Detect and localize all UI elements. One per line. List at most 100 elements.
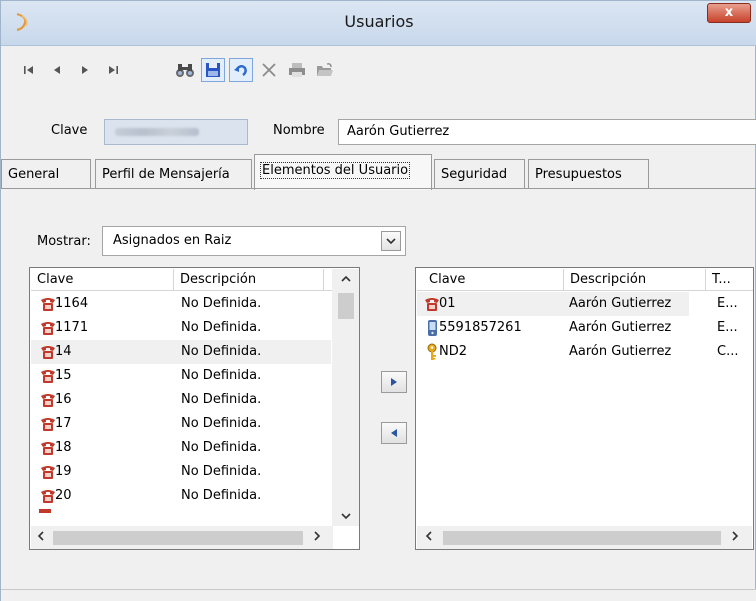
item-clave: ND2 [439,344,468,359]
item-descripcion: Aarón Gutierrez [569,344,672,359]
list-item[interactable]: 17 No Definida. [31,412,331,436]
list-item[interactable]: 18 No Definida. [31,436,331,460]
item-clave: 18 [55,440,72,455]
item-clave: 1171 [55,320,89,335]
scroll-left-icon[interactable] [421,530,437,544]
item-clave: 20 [55,488,72,503]
item-descripcion: No Definida. [181,296,262,311]
column-header-clave[interactable]: Clave [423,269,564,291]
scroll-down-icon[interactable] [332,509,359,523]
print-icon[interactable] [285,58,309,82]
tab-label: Seguridad [441,167,508,182]
list-item[interactable]: 19 No Definida. [31,460,331,484]
item-descripcion: No Definida. [181,368,262,383]
scroll-right-icon[interactable] [727,530,743,544]
item-clave: 14 [55,344,72,359]
open-folder-icon[interactable] [313,58,337,82]
tab-perfil-mensajeria[interactable]: Perfil de Mensajería [95,159,252,189]
horizontal-scrollbar[interactable] [31,526,333,549]
column-header-descripcion[interactable]: Descripción [174,269,324,291]
tab-strip: General Perfil de Mensajería Elementos d… [1,153,756,190]
scroll-thumb[interactable] [338,293,354,319]
assign-right-button[interactable] [381,371,407,393]
list-item[interactable]: 20 No Definida. [31,484,331,508]
undo-icon[interactable] [229,58,253,82]
first-record-icon[interactable] [17,58,41,82]
item-descripcion: No Definida. [181,440,262,455]
search-binoculars-icon[interactable] [173,58,197,82]
item-descripcion: No Definida. [181,464,262,479]
horizontal-scrollbar[interactable] [417,526,752,549]
status-bar [1,589,756,601]
unassign-left-button[interactable] [381,422,407,444]
item-clave: 01 [439,296,456,311]
tab-presupuestos[interactable]: Presupuestos [528,159,649,189]
tab-label: Elementos del Usuario [259,162,411,179]
scroll-right-icon[interactable] [309,530,325,544]
next-record-icon[interactable] [73,58,97,82]
clave-field [104,119,248,145]
list-header: Clave Descripción [31,269,333,291]
arrow-right-icon [391,378,397,386]
mostrar-select[interactable]: Asignados en Raiz [102,226,406,256]
list-item[interactable]: 16 No Definida. [31,388,331,412]
nombre-field[interactable]: Aarón Gutierrez [338,119,756,145]
list-item[interactable]: ND2 Aarón Gutierrez [417,340,689,364]
column-header-tipo[interactable]: T... [706,269,753,291]
item-descripcion: Aarón Gutierrez [569,320,672,335]
item-clave: 5591857261 [439,320,522,335]
list-item[interactable]: 01 Aarón Gutierrez [417,292,689,316]
nombre-label: Nombre [273,123,325,138]
item-tipo: C... [717,344,739,359]
scroll-thumb[interactable] [53,531,303,545]
item-clave: 17 [55,416,72,431]
column-header-clave[interactable]: Clave [31,269,174,291]
tab-label: General [8,167,60,182]
list-header: Clave Descripción T... [417,269,753,291]
toolbar [1,46,756,108]
item-descripcion: No Definida. [181,416,262,431]
mostrar-value: Asignados en Raiz [113,233,232,248]
tab-elementos-usuario[interactable]: Elementos del Usuario [254,154,432,190]
nombre-value: Aarón Gutierrez [347,124,450,139]
item-descripcion: Aarón Gutierrez [569,296,672,311]
previous-record-icon[interactable] [45,58,69,82]
column-header-descripcion[interactable]: Descripción [564,269,706,291]
item-tipo: E... [717,320,738,335]
tab-label: Perfil de Mensajería [102,167,230,182]
item-tipo: E... [717,296,738,311]
last-record-icon[interactable] [101,58,125,82]
partial-row-icon [39,509,51,513]
list-item[interactable]: 15 No Definida. [31,364,331,388]
item-descripcion: No Definida. [181,320,262,335]
scroll-thumb[interactable] [443,531,721,545]
save-icon[interactable] [201,58,225,82]
scroll-up-icon[interactable] [332,272,359,286]
tab-seguridad[interactable]: Seguridad [434,159,525,189]
item-clave: 16 [55,392,72,407]
item-clave: 1164 [55,296,89,311]
list-item[interactable]: 5591857261 Aarón Gutierrez [417,316,689,340]
scroll-left-icon[interactable] [33,530,49,544]
delete-icon[interactable] [257,58,281,82]
close-button[interactable]: x [707,3,751,23]
arrow-left-icon [391,429,397,437]
item-descripcion: No Definida. [181,488,262,503]
item-descripcion: No Definida. [181,344,262,359]
usuarios-window: Usuarios x Clave Nombre Aarón Gutierrez … [0,0,756,601]
vertical-scrollbar[interactable] [332,269,359,526]
clave-redacted-value [115,128,199,136]
clave-label: Clave [51,123,88,138]
available-elements-list[interactable]: Clave Descripción 1164 No Definida. 1171… [29,267,360,550]
mostrar-label: Mostrar: [37,234,91,249]
list-item[interactable]: 1171 No Definida. [31,316,331,340]
item-clave: 15 [55,368,72,383]
list-item[interactable]: 14 No Definida. [31,340,331,364]
tab-label: Presupuestos [535,167,622,182]
chevron-down-icon[interactable] [381,231,401,251]
window-title: Usuarios [344,12,414,31]
tab-general[interactable]: General [1,159,91,189]
list-item[interactable]: 1164 No Definida. [31,292,331,316]
item-clave: 19 [55,464,72,479]
assigned-elements-list[interactable]: Clave Descripción T... 01 Aarón Gutierre… [415,267,754,550]
